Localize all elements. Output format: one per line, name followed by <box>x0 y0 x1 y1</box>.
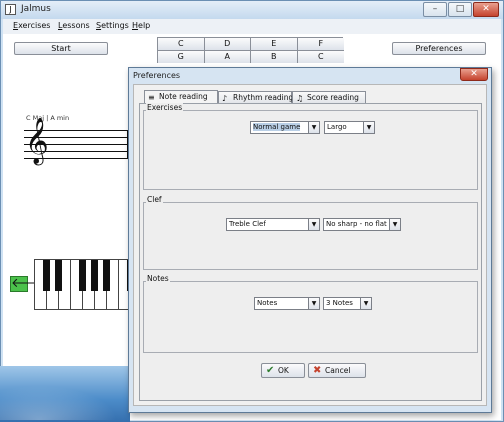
dialog-body: ≡ Note reading ♪ Rhythm reading ♫ Score … <box>133 84 487 406</box>
chevron-down-icon: ▼ <box>363 122 374 133</box>
exercises-section-label: Exercises <box>146 103 184 112</box>
window-close-button[interactable]: ✕ <box>473 2 499 17</box>
window-title: Jalmus <box>21 4 51 14</box>
ok-label: OK <box>278 366 289 375</box>
game-type-value: Normal game <box>253 123 301 131</box>
note-button-d[interactable]: D <box>204 38 251 51</box>
tab-label: Score reading <box>307 93 359 102</box>
notes-type-select[interactable]: Notes ▼ <box>254 297 320 310</box>
dialog-close-button[interactable]: ✕ <box>460 68 488 81</box>
menu-help[interactable]: Help <box>132 21 150 30</box>
start-button[interactable]: Start <box>14 42 108 55</box>
clef-value: Treble Clef <box>229 220 266 228</box>
minimize-button[interactable]: – <box>423 2 447 17</box>
chevron-down-icon: ▼ <box>308 122 319 133</box>
back-arrow-icon[interactable]: 🡐 <box>10 276 46 292</box>
chevron-down-icon: ▼ <box>360 298 371 309</box>
note-button-f[interactable]: F <box>297 38 344 51</box>
tab-label: Rhythm reading <box>233 93 294 102</box>
notes-type-value: Notes <box>257 299 278 307</box>
note-reading-panel: Exercises Normal game ▼ Largo ▼ Clef Tre… <box>139 103 482 401</box>
note-button-e[interactable]: E <box>251 38 298 51</box>
notes-section-label: Notes <box>146 274 170 283</box>
preferences-button[interactable]: Preferences <box>392 42 486 55</box>
preferences-dialog: Preferences ✕ ≡ Note reading ♪ Rhythm re… <box>128 67 492 413</box>
clef-section: Clef Treble Clef ▼ No sharp - no flat ▼ <box>143 195 478 270</box>
notes-section: Notes Notes ▼ 3 Notes ▼ <box>143 274 478 353</box>
piano-keyboard <box>34 259 130 310</box>
piano-black-key[interactable] <box>91 260 98 291</box>
key-signature-select[interactable]: No sharp - no flat ▼ <box>323 218 401 231</box>
app-icon: J <box>5 4 16 15</box>
desktop-swoosh <box>0 380 130 420</box>
menu-lessons[interactable]: Lessons <box>58 21 90 30</box>
notes-count-value: 3 Notes <box>326 299 353 307</box>
chevron-down-icon: ▼ <box>308 298 319 309</box>
note-button-b[interactable]: B <box>251 50 298 63</box>
maximize-button[interactable]: □ <box>448 2 472 17</box>
titlebar: J Jalmus – □ ✕ <box>1 1 503 19</box>
menubar: Exercises Lessons Settings Help <box>3 19 501 34</box>
ok-button[interactable]: ✔ OK <box>261 363 305 378</box>
treble-clef-icon: 𝄞 <box>25 118 49 164</box>
chevron-down-icon: ▼ <box>308 219 319 230</box>
clef-section-label: Clef <box>146 195 163 204</box>
cancel-button[interactable]: ✖ Cancel <box>308 363 366 378</box>
piano-black-key[interactable] <box>103 260 110 291</box>
note-button-c[interactable]: C <box>158 38 205 51</box>
tempo-value: Largo <box>327 123 347 131</box>
chevron-down-icon: ▼ <box>389 219 400 230</box>
tab-note-reading[interactable]: ≡ Note reading <box>144 90 218 104</box>
game-type-select[interactable]: Normal game ▼ <box>250 121 320 134</box>
cancel-label: Cancel <box>325 366 351 375</box>
exercises-section: Exercises Normal game ▼ Largo ▼ <box>143 103 478 190</box>
piano-black-key[interactable] <box>55 260 62 291</box>
piano-black-key[interactable] <box>79 260 86 291</box>
key-signature-value: No sharp - no flat <box>326 220 387 228</box>
notes-count-select[interactable]: 3 Notes ▼ <box>323 297 372 310</box>
note-button-c-high[interactable]: C <box>297 50 344 63</box>
tempo-select[interactable]: Largo ▼ <box>324 121 375 134</box>
piano-black-key[interactable] <box>43 260 50 291</box>
note-button-a[interactable]: A <box>204 50 251 63</box>
cross-icon: ✖ <box>313 365 322 376</box>
tab-label: Note reading <box>159 92 208 101</box>
dialog-title: Preferences <box>133 71 181 80</box>
menu-settings[interactable]: Settings <box>96 21 129 30</box>
checkmark-icon: ✔ <box>266 365 275 376</box>
clef-select[interactable]: Treble Clef ▼ <box>226 218 320 231</box>
note-button-grid: C D E F G A B C <box>157 37 344 63</box>
menu-exercises[interactable]: Exercises <box>13 21 50 30</box>
note-button-g[interactable]: G <box>158 50 205 63</box>
